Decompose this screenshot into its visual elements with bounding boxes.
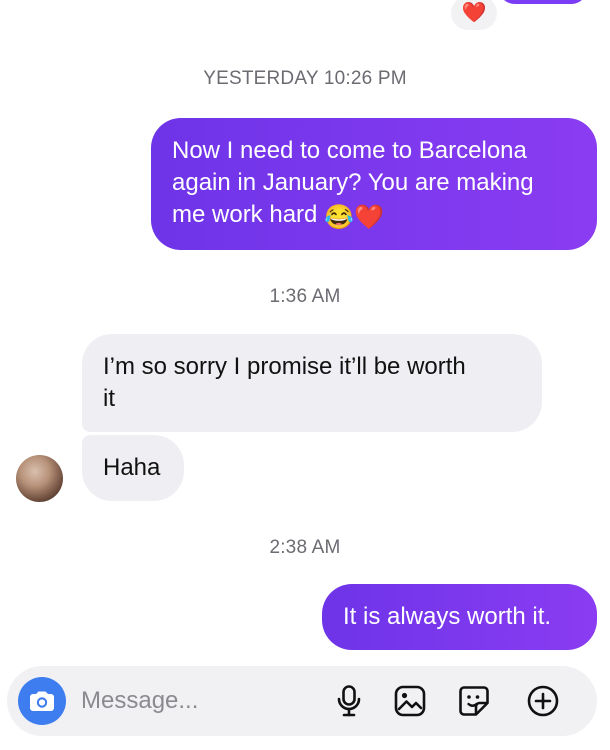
reaction-heart[interactable]: ❤️ (451, 0, 497, 30)
more-button[interactable] (524, 682, 562, 720)
plus-circle-icon (527, 685, 559, 717)
sticker-button[interactable] (455, 682, 493, 720)
message-text: Haha (103, 454, 161, 481)
incoming-message-1[interactable]: I’m so sorry I promise it’ll be worth it (82, 334, 542, 432)
image-icon (394, 685, 426, 717)
timestamp-2-38: 2:38 AM (269, 537, 341, 558)
message-line: again in January? You are making (172, 169, 534, 196)
message-line: I’m so sorry I promise it’ll be worth (103, 353, 466, 380)
laughing-emoji: 😂 (324, 204, 354, 231)
outgoing-message-1[interactable]: Now I need to come to Barcelona again in… (151, 118, 597, 250)
outgoing-message-2[interactable]: It is always worth it. (322, 584, 597, 650)
message-composer (7, 666, 597, 736)
message-text: It is always worth it. (343, 603, 552, 630)
timestamp-1-36: 1:36 AM (269, 286, 341, 307)
outgoing-message-fragment[interactable] (498, 0, 588, 4)
message-input[interactable] (81, 685, 311, 717)
message-line: Now I need to come to Barcelona (172, 137, 527, 164)
contact-avatar[interactable] (16, 455, 63, 502)
microphone-button[interactable] (330, 682, 368, 720)
message-line: it (103, 385, 115, 412)
camera-button[interactable] (18, 677, 66, 725)
message-line: me work hard 😂❤️ (172, 199, 577, 231)
message-line-text: me work hard (172, 201, 325, 228)
camera-icon (30, 691, 54, 711)
sticker-icon (459, 686, 489, 716)
heart-emoji: ❤️ (353, 204, 384, 231)
gallery-button[interactable] (391, 682, 429, 720)
incoming-message-2[interactable]: Haha (82, 435, 184, 501)
microphone-icon (337, 685, 361, 717)
heart-reaction-icon: ❤️ (461, 2, 487, 24)
timestamp-yesterday: YESTERDAY 10:26 PM (203, 68, 407, 89)
